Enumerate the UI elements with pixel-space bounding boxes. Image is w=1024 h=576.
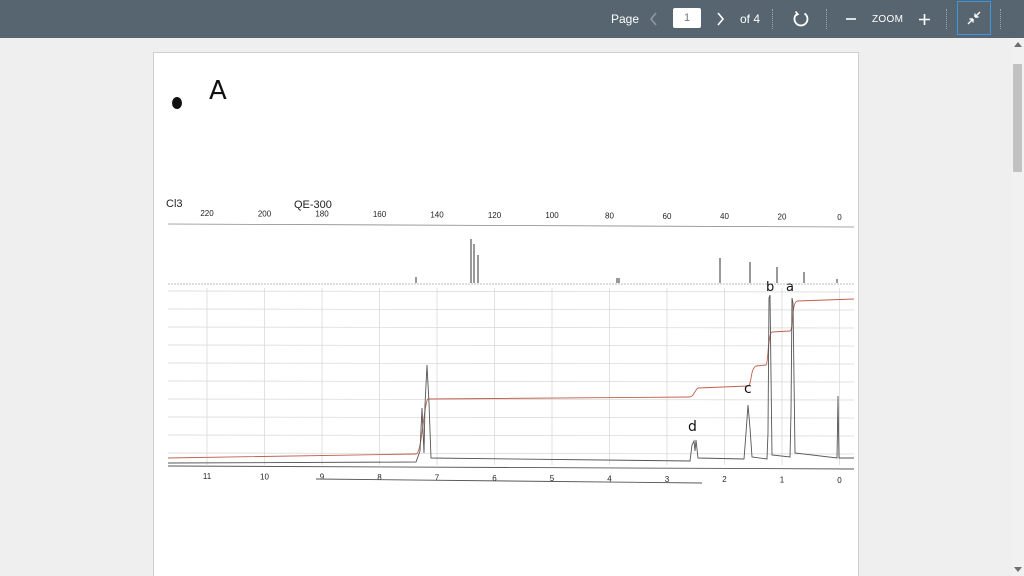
integration-curve (167, 298, 855, 459)
c13-tick-label: 40 (720, 212, 729, 221)
h1-tick-label: 1 (780, 476, 785, 485)
c13-tick-label: 100 (545, 211, 559, 220)
scroll-thumb[interactable] (1013, 64, 1022, 172)
chevron-right-icon[interactable] (710, 0, 730, 38)
vertical-scrollbar[interactable] (1012, 38, 1024, 576)
rotate-icon[interactable] (789, 0, 813, 38)
c13-tick-label: 140 (430, 210, 444, 219)
total-pages-label: of 4 (740, 12, 761, 26)
h1-tick-label: 6 (492, 474, 497, 483)
c13-tick-label: 160 (373, 210, 387, 219)
peak-label-c: c (744, 381, 752, 397)
h1-tick-label: 10 (260, 472, 269, 481)
c13-tick-label: 120 (488, 211, 502, 220)
toolbar-divider (946, 9, 947, 29)
grid-line (167, 326, 855, 329)
scroll-down-arrow-icon[interactable] (1014, 567, 1022, 572)
grid-line (167, 434, 855, 437)
toolbar-divider (772, 9, 773, 29)
minus-icon[interactable] (842, 0, 860, 38)
c13-tick-label: 20 (778, 213, 787, 222)
c13-tick-label: 80 (605, 211, 614, 220)
underline-stroke (315, 478, 703, 484)
compound-label: A (209, 76, 227, 106)
h1-tick-label: 9 (320, 473, 325, 482)
c13-tick-label: 0 (837, 213, 842, 222)
grid-line (167, 344, 855, 347)
bullet-mark (172, 97, 182, 109)
peak-label-b: b (766, 280, 774, 295)
viewer-toolbar: Page of 4 ZOOM (0, 0, 1024, 38)
chevron-left-icon[interactable] (644, 0, 664, 38)
peak-label-a: a (786, 280, 794, 295)
peak-label-d: d (688, 419, 697, 435)
page-label: Page (611, 12, 640, 26)
plus-icon[interactable] (915, 0, 933, 38)
grid-line (167, 452, 855, 455)
scroll-up-arrow-icon[interactable] (1014, 42, 1022, 47)
c13-tick-label: 60 (663, 212, 672, 221)
page-number-input[interactable] (673, 8, 701, 28)
h1-tick-label: 2 (722, 475, 727, 484)
h1-tick-label: 8 (377, 473, 382, 482)
collapse-icon[interactable] (957, 1, 991, 35)
c13-peaks (415, 239, 838, 283)
grid-line (167, 290, 855, 293)
c13-tick-label: 220 (200, 209, 214, 218)
c13-tick-label: 180 (315, 210, 329, 219)
grid-line (167, 398, 855, 401)
h1-tick-label: 11 (203, 472, 212, 481)
h1-scale: 11 10 9 8 7 6 5 4 3 2 1 0 (203, 472, 842, 485)
document-viewport[interactable]: A Cl3 QE-300 220 200 180 160 140 120 100 80 60 40… (0, 38, 1012, 576)
h1-tick-label: 7 (435, 473, 440, 482)
h1-tick-label: 0 (837, 476, 842, 485)
grid-line (167, 308, 855, 311)
grid-line (167, 416, 855, 419)
zoom-label: ZOOM (872, 13, 904, 25)
grid-line (167, 362, 855, 365)
document-page: A Cl3 QE-300 220 200 180 160 140 120 100 80 60 40… (153, 52, 859, 576)
toolbar-divider (1000, 9, 1001, 29)
toolbar-divider (826, 9, 827, 29)
solvent-label: Cl3 (166, 198, 183, 210)
c13-tick-label: 200 (258, 209, 272, 218)
nmr-spectrum-image: A Cl3 QE-300 220 200 180 160 140 120 100 80 60 40… (166, 76, 855, 485)
